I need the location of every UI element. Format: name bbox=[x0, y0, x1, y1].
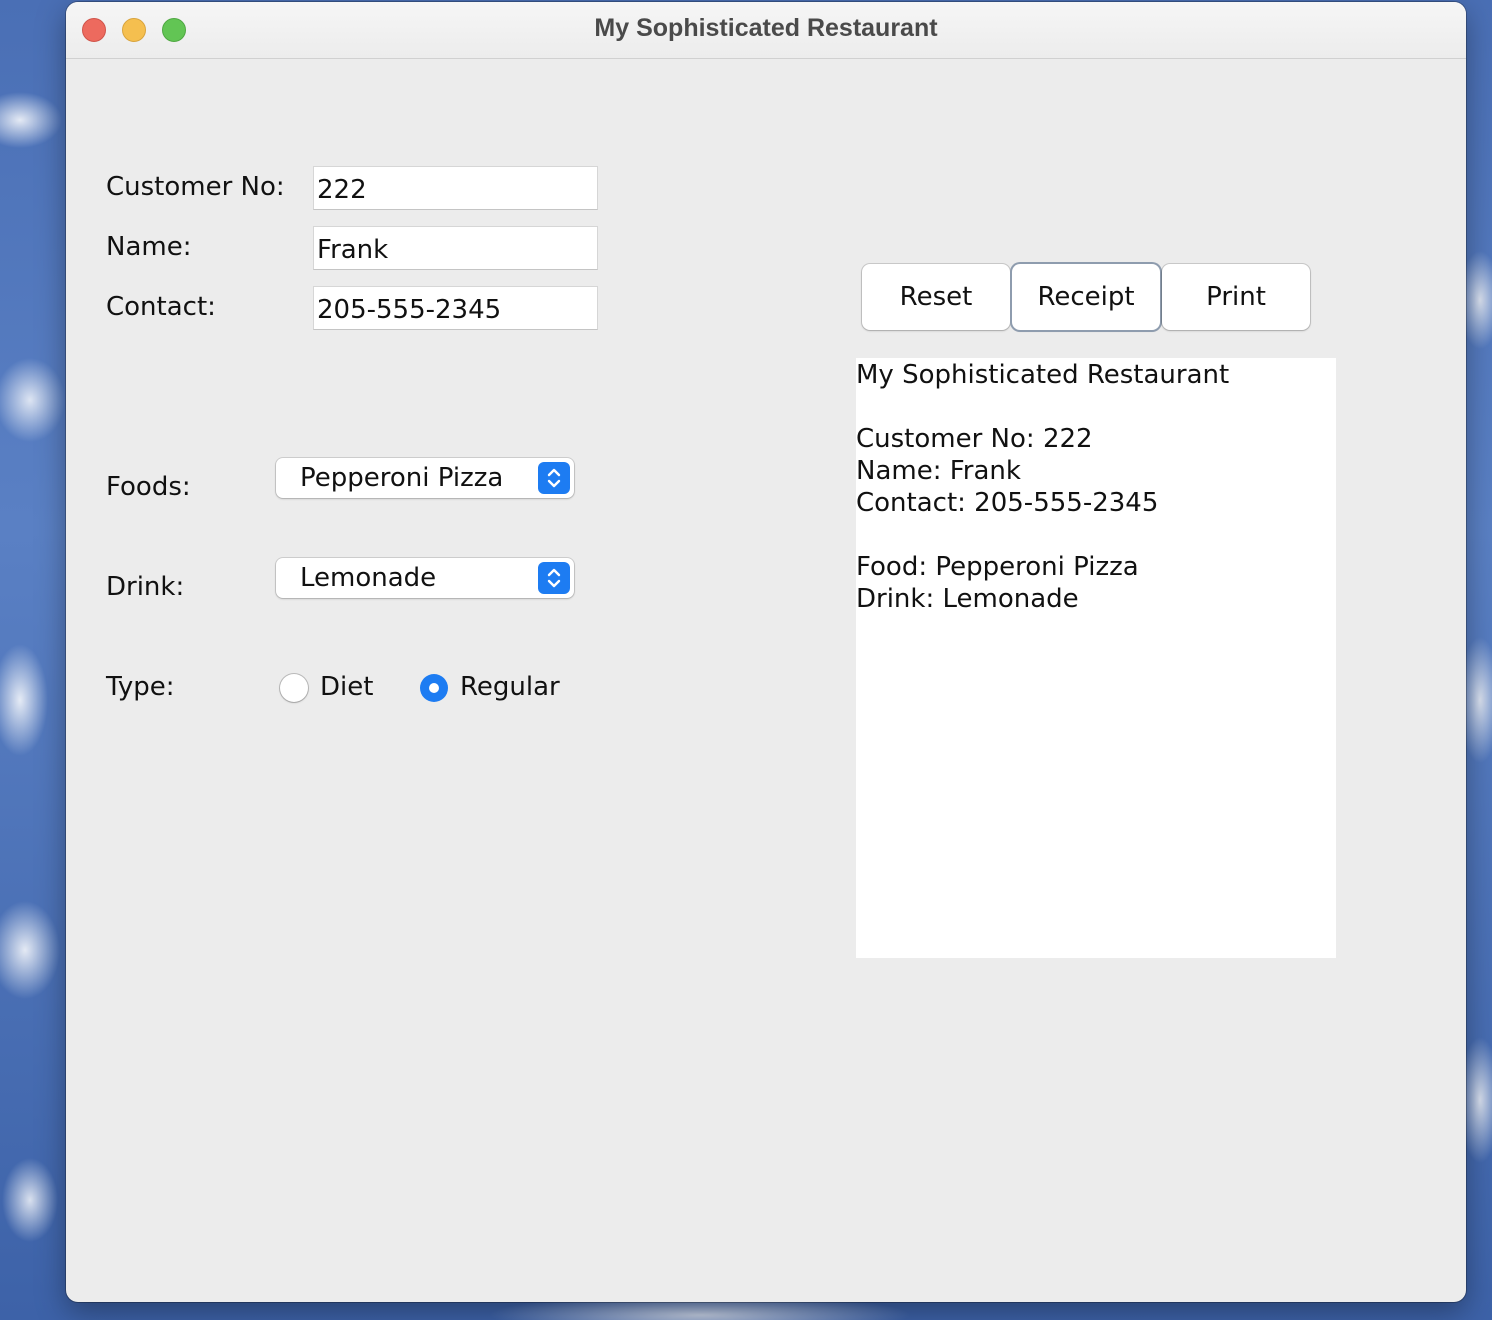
print-button[interactable]: Print bbox=[1162, 264, 1310, 330]
diet-radio-label[interactable]: Diet bbox=[320, 672, 373, 702]
receipt-line bbox=[856, 519, 1336, 551]
regular-radio[interactable] bbox=[420, 674, 448, 702]
customer-no-label: Customer No: bbox=[106, 172, 285, 202]
receipt-line: Customer No: 222 bbox=[856, 424, 1093, 454]
foods-dropdown[interactable]: Pepperoni Pizza bbox=[276, 458, 574, 498]
contact-field[interactable]: 205-555-2345 bbox=[313, 286, 598, 330]
chevron-up-down-icon bbox=[538, 562, 570, 594]
window-title: My Sophisticated Restaurant bbox=[594, 14, 938, 42]
title-bar[interactable]: My Sophisticated Restaurant bbox=[66, 2, 1466, 59]
reset-button[interactable]: Reset bbox=[862, 264, 1010, 330]
chevron-up-down-icon bbox=[538, 462, 570, 494]
customer-no-field[interactable]: 222 bbox=[313, 166, 598, 210]
foods-label: Foods: bbox=[106, 472, 191, 502]
receipt-line: Food: Pepperoni Pizza bbox=[856, 552, 1139, 582]
drink-selected-value: Lemonade bbox=[300, 563, 437, 593]
drink-label: Drink: bbox=[106, 572, 185, 602]
receipt-button[interactable]: Receipt bbox=[1012, 264, 1160, 330]
type-label: Type: bbox=[106, 672, 175, 702]
name-field[interactable]: Frank bbox=[313, 226, 598, 270]
receipt-line: Contact: 205-555-2345 bbox=[856, 488, 1159, 518]
app-window: My Sophisticated Restaurant Customer No:… bbox=[66, 2, 1466, 1302]
receipt-text-area[interactable]: My Sophisticated Restaurant Customer No:… bbox=[856, 358, 1336, 958]
name-label: Name: bbox=[106, 232, 192, 262]
diet-radio[interactable] bbox=[280, 674, 308, 702]
receipt-line: My Sophisticated Restaurant bbox=[856, 360, 1230, 390]
contact-label: Contact: bbox=[106, 292, 216, 322]
foods-selected-value: Pepperoni Pizza bbox=[300, 463, 504, 493]
receipt-line bbox=[856, 391, 1336, 423]
regular-radio-label[interactable]: Regular bbox=[460, 672, 560, 702]
drink-dropdown[interactable]: Lemonade bbox=[276, 558, 574, 598]
receipt-line: Name: Frank bbox=[856, 456, 1021, 486]
receipt-line: Drink: Lemonade bbox=[856, 584, 1079, 614]
